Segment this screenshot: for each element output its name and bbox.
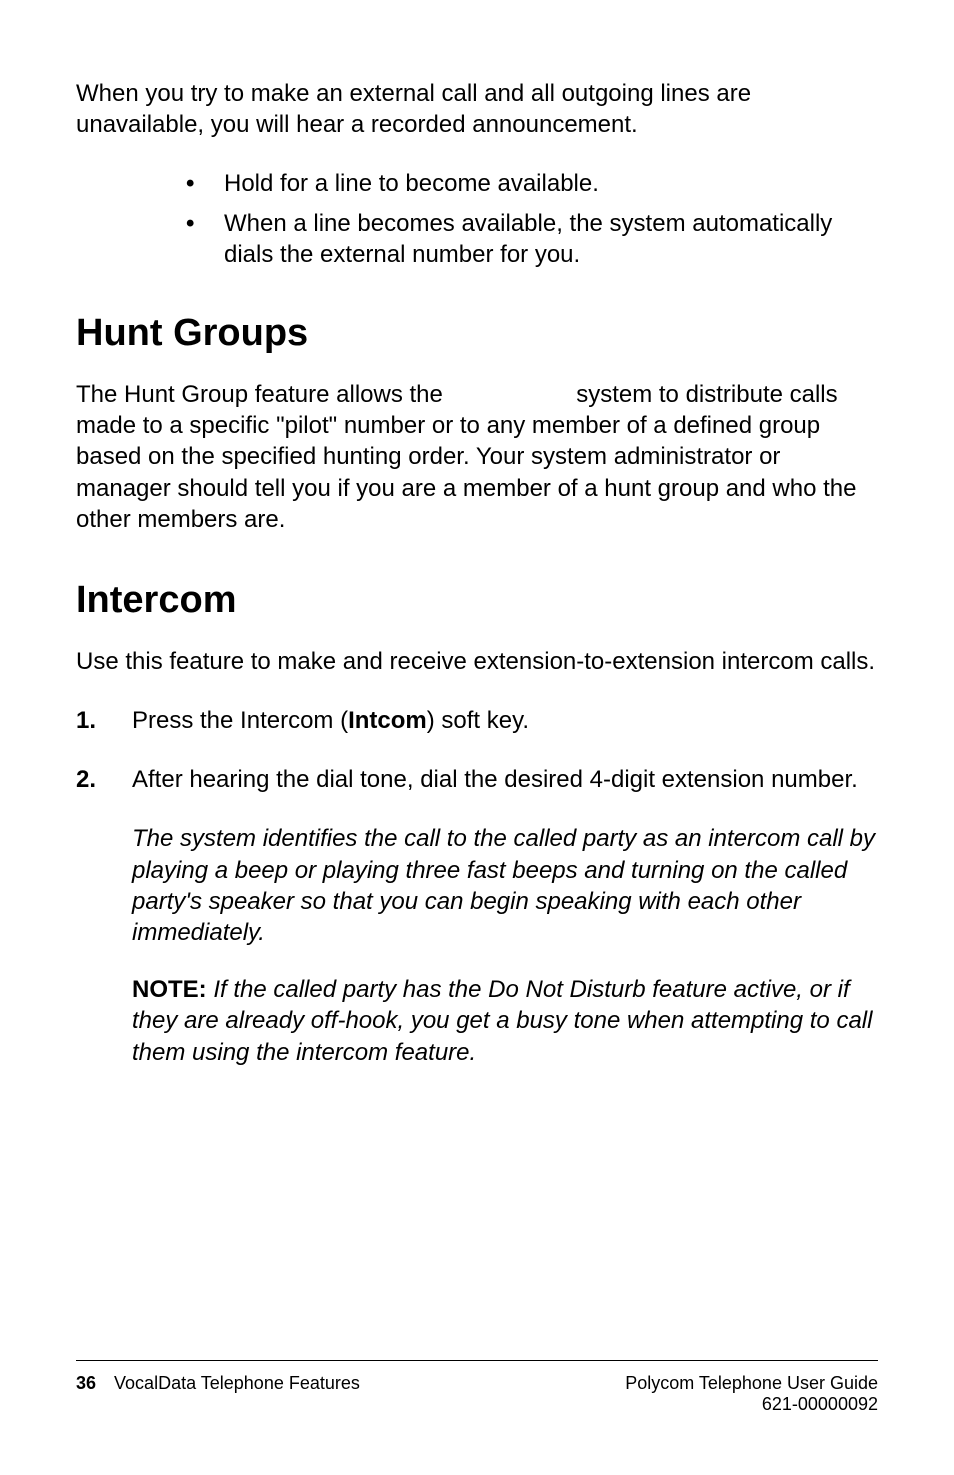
text-span: Press the Intercom (: [132, 707, 348, 734]
text-span: After hearing the dial tone, dial the de…: [132, 766, 858, 793]
numbered-list: 1. Press the Intercom (Intcom) soft key.…: [76, 705, 878, 795]
list-item: 2. After hearing the dial tone, dial the…: [76, 764, 878, 795]
footer-right: Polycom Telephone User Guide 621-0000009…: [625, 1373, 878, 1415]
note-text: If the called party has the Do Not Distu…: [132, 976, 872, 1065]
page-footer: 36 VocalData Telephone Features Polycom …: [76, 1360, 878, 1415]
intro-paragraph: When you try to make an external call an…: [76, 78, 878, 140]
bullet-list: Hold for a line to become available. Whe…: [76, 168, 878, 270]
note-paragraph: NOTE: If the called party has the Do Not…: [76, 974, 878, 1068]
text-span: ) soft key.: [427, 707, 529, 734]
footer-row: 36 VocalData Telephone Features Polycom …: [76, 1373, 878, 1415]
hunt-groups-heading: Hunt Groups: [76, 312, 878, 355]
step-number: 2.: [76, 764, 96, 795]
bullet-item: Hold for a line to become available.: [186, 168, 878, 199]
intercom-paragraph: Use this feature to make and receive ext…: [76, 646, 878, 677]
page-number: 36: [76, 1373, 96, 1415]
sub-paragraph: The system identifies the call to the ca…: [76, 823, 878, 948]
hunt-groups-paragraph: The Hunt Group feature allows the system…: [76, 379, 878, 535]
list-item: 1. Press the Intercom (Intcom) soft key.: [76, 705, 878, 736]
footer-right-line1: Polycom Telephone User Guide: [625, 1373, 878, 1394]
footer-left-text: VocalData Telephone Features: [114, 1373, 360, 1415]
bullet-item: When a line becomes available, the syste…: [186, 208, 878, 270]
intercom-heading: Intercom: [76, 579, 878, 622]
footer-left: 36 VocalData Telephone Features: [76, 1373, 360, 1415]
footer-right-line2: 621-00000092: [625, 1394, 878, 1415]
bold-text: Intcom: [348, 707, 427, 734]
note-label: NOTE:: [132, 976, 207, 1003]
text-span: The Hunt Group feature allows the: [76, 381, 450, 408]
footer-divider: [76, 1360, 878, 1361]
step-number: 1.: [76, 705, 96, 736]
